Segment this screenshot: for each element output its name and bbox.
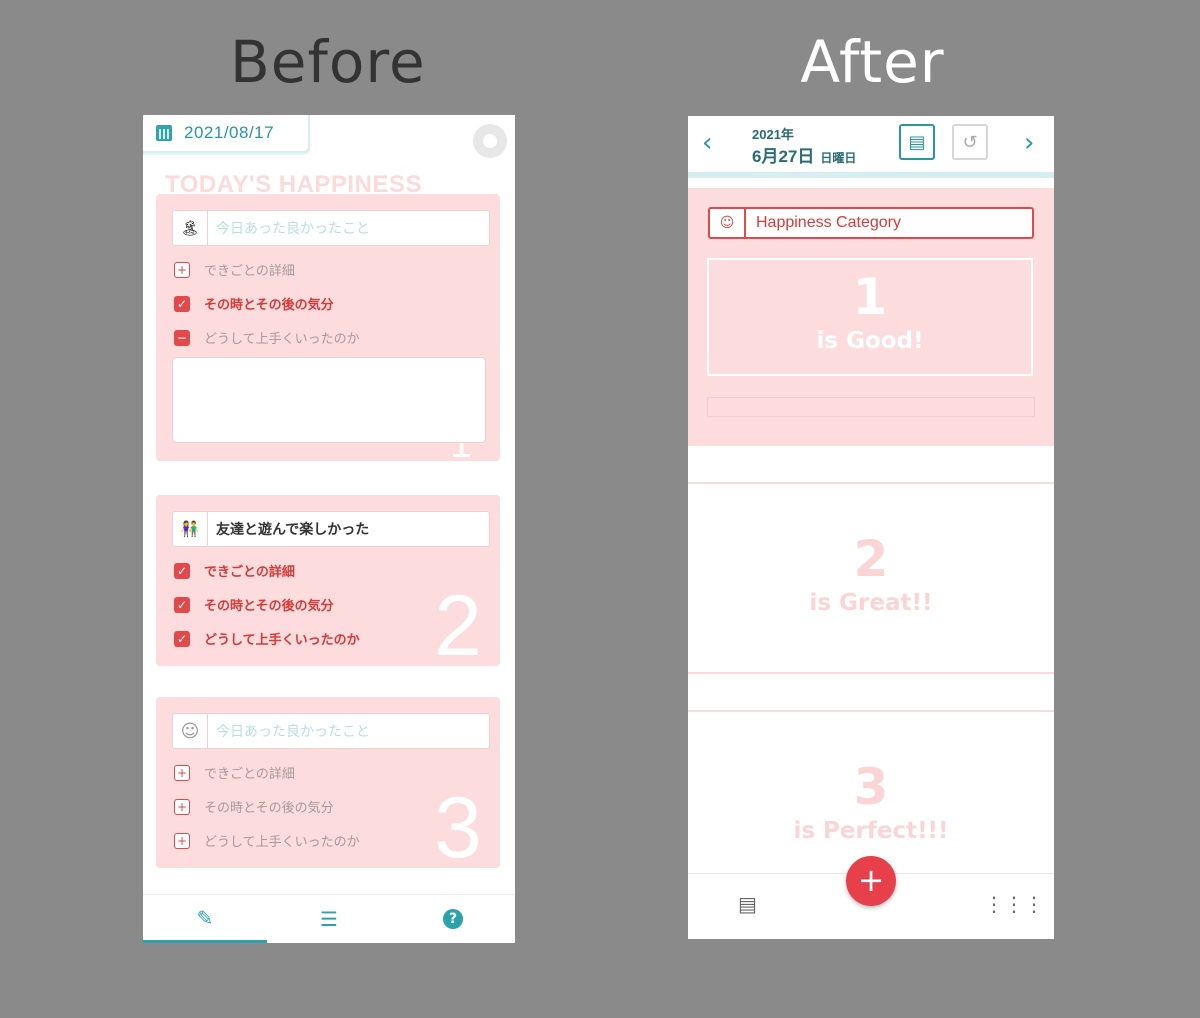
mood-toggle[interactable]: ✓ その時とその後の気分	[174, 294, 334, 313]
goal-card-1[interactable]: 1 is Good!	[707, 258, 1033, 376]
checkbox-checked-icon[interactable]: ✓	[174, 295, 190, 312]
reason-toggle[interactable]: − どうして上手くいったのか	[174, 328, 360, 347]
checkbox-checked-icon[interactable]: ✓	[174, 596, 190, 613]
category-placeholder: Happiness Category	[756, 214, 901, 231]
reason-label: どうして上手くいったのか	[204, 835, 360, 850]
emoji-icon[interactable]: 👫	[173, 512, 208, 546]
month-day: 6月27日	[752, 147, 815, 166]
goal-text: is Perfect!!!	[793, 818, 949, 844]
checkbox-checked-icon[interactable]: ✓	[174, 562, 190, 579]
calendar-button[interactable]: ▤	[899, 124, 935, 160]
divider	[688, 710, 1054, 712]
after-heading: After	[800, 28, 945, 96]
minus-icon[interactable]: −	[174, 329, 190, 346]
help-tab[interactable]: ?	[391, 895, 515, 943]
smile-icon[interactable]: ☺	[173, 714, 208, 748]
goal-number: 1	[852, 268, 888, 326]
goal-section-1: ☺ Happiness Category 1 is Good!	[688, 188, 1054, 446]
detail-label: できごとの詳細	[204, 565, 295, 580]
topic-input[interactable]: 🏝 今日あった良かったこと	[172, 210, 490, 246]
avatar-icon	[483, 134, 497, 148]
edit-tab[interactable]: ✎	[143, 895, 267, 943]
list-icon: ☰	[320, 907, 338, 931]
topic-placeholder: 今日あった良かったこと	[216, 724, 370, 740]
goal-number: 3	[853, 758, 889, 816]
plus-icon[interactable]: +	[174, 798, 190, 815]
avatar[interactable]	[473, 124, 507, 158]
card-number: 3	[434, 780, 482, 876]
before-heading: Before	[230, 28, 426, 96]
list-tab[interactable]: ☰	[267, 895, 391, 943]
mood-toggle[interactable]: ✓ その時とその後の気分	[174, 595, 334, 614]
before-screen: 2021/08/17 TODAY'S HAPPINESS 1 🏝 今日あった良か…	[143, 115, 515, 943]
plus-icon[interactable]: +	[174, 832, 190, 849]
emoji-icon[interactable]: 🏝	[173, 211, 208, 245]
reason-toggle[interactable]: + どうして上手くいったのか	[174, 831, 360, 850]
history-button[interactable]: ↺	[952, 124, 988, 160]
bottom-nav: ✎ ☰ ?	[143, 894, 515, 943]
mood-label: その時とその後の気分	[204, 801, 334, 816]
date-label: 6月27日 日曜日	[752, 142, 856, 167]
topic-input[interactable]: 👫 友達と遊んで楽しかった	[172, 511, 490, 547]
category-input[interactable]: ☺ Happiness Category	[708, 207, 1034, 239]
reason-label: どうして上手くいったのか	[204, 332, 360, 347]
calendar-icon: ▤	[908, 131, 926, 153]
plus-icon[interactable]: +	[174, 764, 190, 781]
reason-toggle[interactable]: ✓ どうして上手くいったのか	[174, 629, 360, 648]
smile-icon: ☺	[710, 209, 746, 237]
goal-text: is Great!!	[809, 590, 933, 616]
goal-number: 2	[853, 530, 889, 588]
weekday: 日曜日	[820, 151, 857, 165]
date-header: ‹ 2021年 6月27日 日曜日 ▤ ↺ ›	[688, 116, 1054, 178]
happiness-card: 1 🏝 今日あった良かったこと + できごとの詳細 ✓ その時とその後の気分 −…	[156, 194, 500, 464]
after-screen: ‹ 2021年 6月27日 日曜日 ▤ ↺ › ☺ Happiness Categ…	[688, 116, 1054, 939]
note-field[interactable]	[707, 397, 1035, 417]
detail-toggle[interactable]: + できごとの詳細	[174, 260, 295, 279]
calendar-icon	[156, 125, 172, 141]
mood-toggle[interactable]: + その時とその後の気分	[174, 797, 334, 816]
bottom-nav: ▤ + ⋮⋮⋮	[688, 856, 1054, 939]
topic-text: 友達と遊んで楽しかった	[216, 522, 370, 538]
plus-icon[interactable]: +	[174, 261, 190, 278]
reason-label: どうして上手くいったのか	[204, 633, 360, 648]
chevron-left-icon[interactable]: ‹	[702, 130, 712, 156]
goal-card-3[interactable]: 3 is Perfect!!!	[688, 762, 1054, 844]
detail-toggle[interactable]: + できごとの詳細	[174, 763, 295, 782]
mood-label: その時とその後の気分	[204, 298, 334, 313]
year-label: 2021年	[752, 127, 794, 142]
happiness-card: 3 ☺ 今日あった良かったこと + できごとの詳細 + その時とその後の気分 +…	[156, 697, 500, 876]
history-icon: ↺	[962, 131, 978, 153]
detail-toggle[interactable]: ✓ できごとの詳細	[174, 561, 295, 580]
mood-label: その時とその後の気分	[204, 599, 334, 614]
help-icon: ?	[443, 909, 463, 929]
goal-text: is Good!	[816, 328, 924, 354]
edit-icon: ✎	[196, 905, 214, 930]
date-selector[interactable]: 2021/08/17	[143, 115, 310, 153]
date-label: 2021/08/17	[184, 123, 275, 142]
chevron-right-icon[interactable]: ›	[1024, 130, 1034, 156]
grid-icon[interactable]: ⋮⋮⋮	[984, 892, 1044, 916]
goal-card-2[interactable]: 2 is Great!!	[688, 534, 1054, 616]
divider	[688, 672, 1054, 674]
detail-label: できごとの詳細	[204, 264, 295, 279]
add-button[interactable]: +	[846, 856, 896, 906]
reason-textarea[interactable]	[172, 357, 486, 443]
happiness-card: 2 👫 友達と遊んで楽しかった ✓ できごとの詳細 ✓ その時とその後の気分 ✓…	[156, 495, 500, 674]
journal-icon[interactable]: ▤	[738, 892, 757, 916]
card-number: 2	[434, 578, 482, 674]
divider	[688, 482, 1054, 484]
checkbox-checked-icon[interactable]: ✓	[174, 630, 190, 647]
detail-label: できごとの詳細	[204, 767, 295, 782]
topic-input[interactable]: ☺ 今日あった良かったこと	[172, 713, 490, 749]
topic-placeholder: 今日あった良かったこと	[216, 221, 370, 237]
header-divider	[688, 172, 1054, 178]
